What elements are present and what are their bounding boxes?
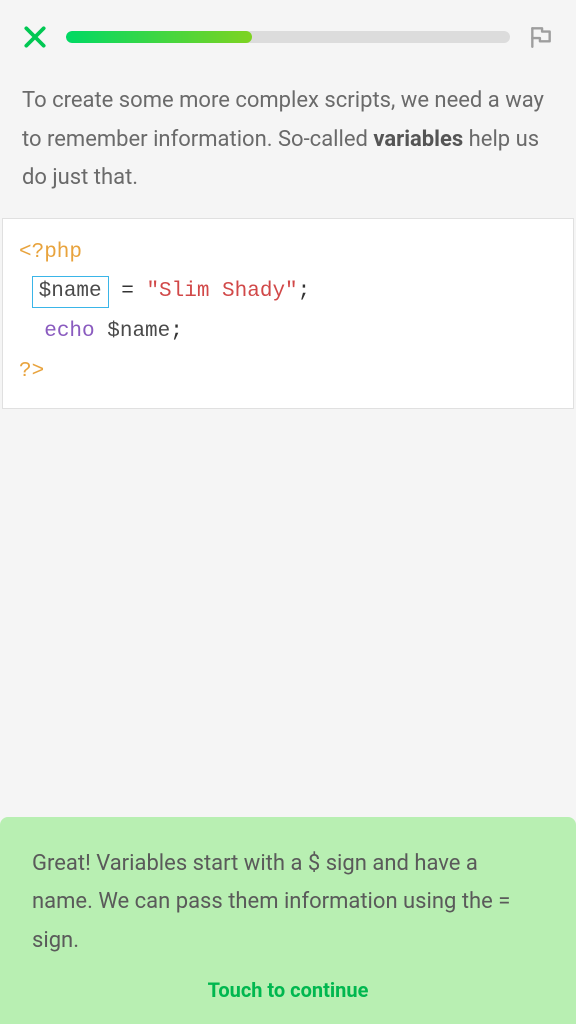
assign-op: = xyxy=(109,280,147,303)
feedback-text: Great! Variables start with a $ sign and… xyxy=(32,845,544,961)
continue-button[interactable]: Touch to continue xyxy=(32,978,544,1002)
semicolon: ; xyxy=(298,280,311,303)
php-open-tag: <?php xyxy=(19,241,82,264)
code-editor: <?php $name = "Slim Shady"; echo $name; … xyxy=(2,218,574,410)
variable-ref: $name xyxy=(107,320,170,343)
code-line-1: <?php xyxy=(19,233,557,273)
flag-icon xyxy=(528,24,554,50)
echo-keyword: echo xyxy=(44,320,94,343)
space xyxy=(95,320,108,343)
code-line-4: ?> xyxy=(19,352,557,392)
code-line-3: echo $name; xyxy=(19,312,557,352)
semicolon: ; xyxy=(170,320,183,343)
lesson-header xyxy=(0,0,576,74)
report-button[interactable] xyxy=(526,22,556,52)
progress-bar xyxy=(66,31,510,43)
string-literal: "Slim Shady" xyxy=(146,280,297,303)
feedback-panel: Great! Variables start with a $ sign and… xyxy=(0,817,576,1024)
close-icon xyxy=(22,24,48,50)
close-button[interactable] xyxy=(20,22,50,52)
progress-fill xyxy=(66,31,252,43)
code-line-2: $name = "Slim Shady"; xyxy=(19,272,557,312)
php-close-tag: ?> xyxy=(19,360,44,383)
variable-blank[interactable]: $name xyxy=(32,276,109,307)
lesson-instruction: To create some more complex scripts, we … xyxy=(0,74,576,218)
instruction-bold: variables xyxy=(373,127,463,152)
